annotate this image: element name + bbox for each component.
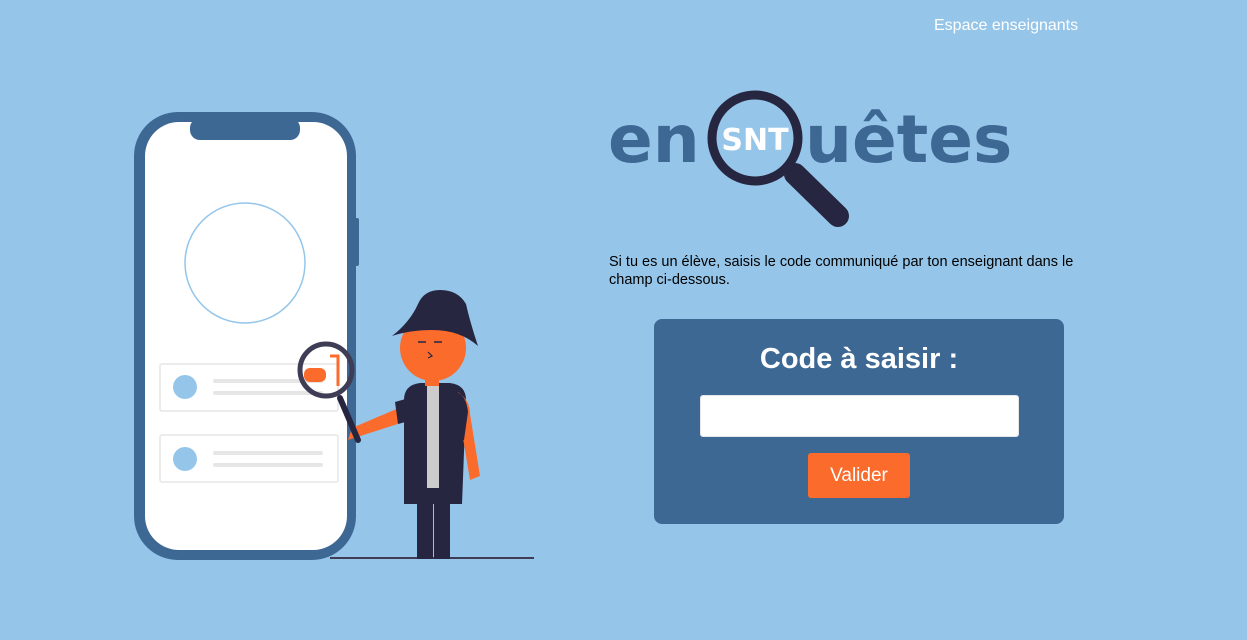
validate-button[interactable]: Valider <box>808 453 910 498</box>
code-title: Code à saisir : <box>759 343 959 375</box>
logo-text-left: en <box>608 101 700 178</box>
phone-icon <box>134 112 359 560</box>
code-input[interactable] <box>700 395 1019 437</box>
teacher-space-link[interactable]: Espace enseignants <box>934 17 1078 35</box>
code-entry-panel: Code à saisir : Valider <box>654 319 1064 524</box>
logo-text-right: uêtes <box>805 101 1012 178</box>
page: Espace enseignants en SNT uêtes Si tu es… <box>0 0 1247 640</box>
detective-phone-illustration <box>134 112 534 560</box>
enquetes-snt-logo: en SNT uêtes <box>608 90 1012 227</box>
logo-badge: SNT <box>721 123 789 158</box>
student-instructions: Si tu es un élève, saisis le code commun… <box>609 254 1074 288</box>
